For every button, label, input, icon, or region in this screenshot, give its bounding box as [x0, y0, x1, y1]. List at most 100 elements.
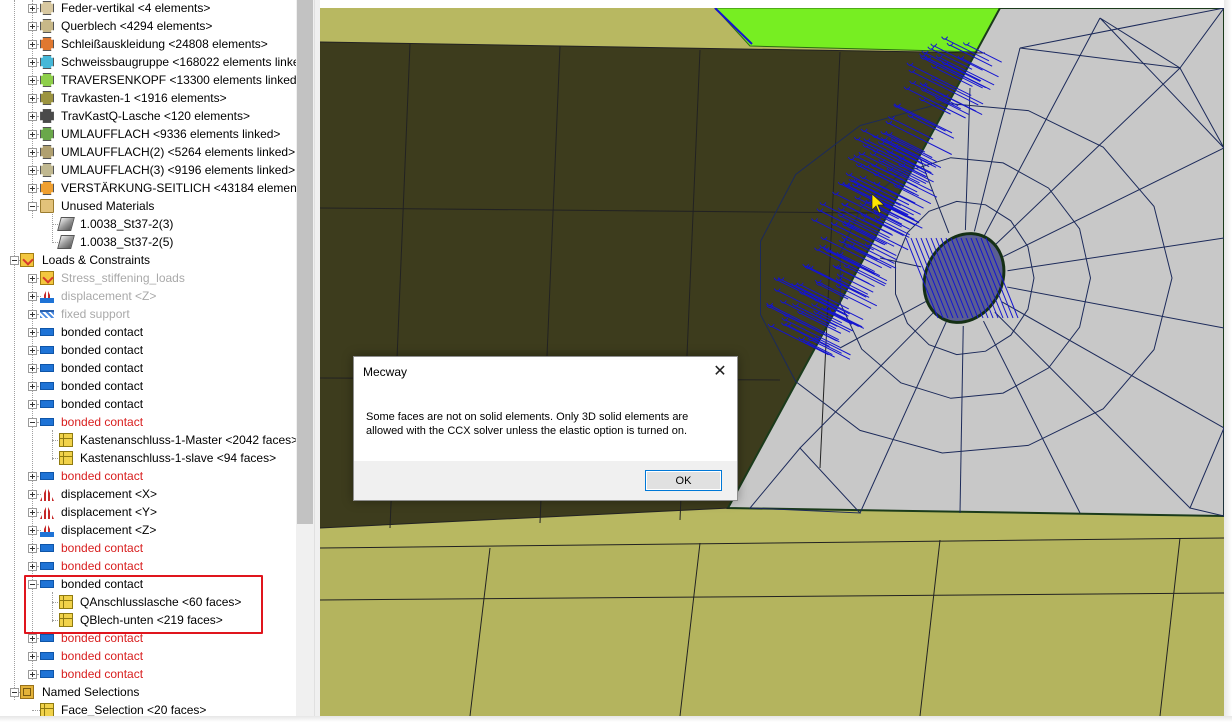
expand-icon[interactable]	[28, 364, 37, 373]
tree-item[interactable]: displacement <X>	[8, 485, 296, 503]
model-tree-panel[interactable]: Feder-vertikal <4 elements> Querblech <42…	[8, 0, 296, 716]
expand-icon[interactable]	[28, 544, 37, 553]
tree-item[interactable]: bonded contact	[8, 359, 296, 377]
expand-icon[interactable]	[28, 328, 37, 337]
tree-item[interactable]: bonded contact	[8, 539, 296, 557]
bonded-contact-icon	[40, 472, 54, 480]
tree-item[interactable]: bonded contact	[8, 467, 296, 485]
tree-item[interactable]: Loads & Constraints	[8, 251, 296, 269]
tree-vertical-scrollbar[interactable]	[296, 0, 314, 716]
tree-item-label: bonded contact	[61, 415, 144, 429]
tree-item-label: Kastenanschluss-1-Master <2042 faces>	[80, 433, 296, 447]
tree-item-label: TravKastQ-Lasche <120 elements>	[61, 109, 250, 123]
folder-icon	[40, 199, 54, 213]
expand-icon[interactable]	[28, 490, 37, 499]
tree-item[interactable]: TRAVERSENKOPF <13300 elements linked>	[8, 71, 296, 89]
expand-icon[interactable]	[28, 184, 37, 193]
bonded-contact-icon	[40, 328, 54, 336]
tree-item[interactable]: Kastenanschluss-1-Master <2042 faces>	[8, 431, 296, 449]
tree-item[interactable]: Querblech <4294 elements>	[8, 17, 296, 35]
tree-item[interactable]: 1.0038_St37-2(5)	[8, 233, 296, 251]
bonded-contact-icon	[40, 562, 54, 570]
loads-folder-icon	[20, 253, 34, 267]
expand-icon[interactable]	[28, 274, 37, 283]
expand-icon[interactable]	[28, 382, 37, 391]
tree-item[interactable]: 1.0038_St37-2(3)	[8, 215, 296, 233]
tree-item[interactable]: bonded contact	[8, 665, 296, 683]
face-selection-icon	[40, 703, 54, 716]
tree-item[interactable]: Unused Materials	[8, 197, 296, 215]
tree-item-label: Querblech <4294 elements>	[61, 19, 213, 33]
tree-item-label: bonded contact	[61, 379, 144, 393]
expand-icon[interactable]	[28, 472, 37, 481]
expand-icon[interactable]	[28, 58, 37, 67]
expand-icon[interactable]	[28, 346, 37, 355]
expand-icon[interactable]	[28, 670, 37, 679]
tree-item-label: Unused Materials	[61, 199, 155, 213]
tree-item[interactable]: bonded contact	[8, 341, 296, 359]
tree-item[interactable]: bonded contact	[8, 323, 296, 341]
expand-icon[interactable]	[28, 526, 37, 535]
dialog-titlebar[interactable]: Mecway ✕	[354, 357, 737, 387]
expand-icon[interactable]	[28, 76, 37, 85]
tree-item[interactable]: bonded contact	[8, 377, 296, 395]
message-dialog: Mecway ✕ Some faces are not on solid ele…	[353, 356, 738, 501]
tree-item[interactable]: Schleißauskleidung <24808 elements>	[8, 35, 296, 53]
expand-icon[interactable]	[28, 130, 37, 139]
expand-icon[interactable]	[28, 4, 37, 13]
close-icon[interactable]: ✕	[708, 360, 732, 384]
collapse-icon[interactable]	[10, 688, 19, 697]
expand-icon[interactable]	[28, 634, 37, 643]
tree-item[interactable]: TravKastQ-Lasche <120 elements>	[8, 107, 296, 125]
tree-item[interactable]: bonded contact	[8, 413, 296, 431]
fixed-support-icon	[40, 310, 54, 318]
tree-item[interactable]: fixed support	[8, 305, 296, 323]
expand-icon[interactable]	[28, 508, 37, 517]
tree-item[interactable]: bonded contact	[8, 647, 296, 665]
tree-item[interactable]: bonded contact	[8, 395, 296, 413]
collapse-icon[interactable]	[10, 256, 19, 265]
tree-item-label: Stress_stiffening_loads	[61, 271, 185, 285]
bonded-contact-icon	[40, 400, 54, 408]
face-selection-icon	[59, 451, 73, 465]
expand-icon[interactable]	[28, 310, 37, 319]
expand-icon[interactable]	[28, 22, 37, 31]
tree-item[interactable]: Feder-vertikal <4 elements>	[8, 0, 296, 17]
tree-item[interactable]: Travkasten-1 <1916 elements>	[8, 89, 296, 107]
displacement-icon	[40, 505, 54, 519]
tree-item[interactable]: Named Selections	[8, 683, 296, 701]
tree-item[interactable]: UMLAUFFLACH(2) <5264 elements linked>	[8, 143, 296, 161]
collapse-icon[interactable]	[28, 202, 37, 211]
tree-item[interactable]: UMLAUFFLACH(3) <9196 elements linked>	[8, 161, 296, 179]
expand-icon[interactable]	[28, 562, 37, 571]
expand-icon[interactable]	[28, 40, 37, 49]
ok-button[interactable]: OK	[645, 470, 722, 491]
window-edge-shadow	[1224, 0, 1232, 722]
tree-item[interactable]: displacement <Y>	[8, 503, 296, 521]
expand-icon[interactable]	[28, 400, 37, 409]
bonded-contact-icon	[40, 634, 54, 642]
tree-item[interactable]: Stress_stiffening_loads	[8, 269, 296, 287]
tree-item[interactable]: UMLAUFFLACH <9336 elements linked>	[8, 125, 296, 143]
bonded-contact-icon	[40, 346, 54, 354]
tree-item-label: Named Selections	[42, 685, 140, 699]
scrollbar-thumb[interactable]	[297, 0, 313, 524]
tree-item[interactable]: displacement <Z>	[8, 521, 296, 539]
tree-item[interactable]: Schweissbaugruppe <168022 elements linke…	[8, 53, 296, 71]
collapse-icon[interactable]	[28, 418, 37, 427]
part-icon	[40, 1, 54, 15]
expand-icon[interactable]	[28, 112, 37, 121]
tree-item[interactable]: bonded contact	[8, 557, 296, 575]
tree-item[interactable]: displacement <Z>	[8, 287, 296, 305]
tree-item-label: 1.0038_St37-2(5)	[80, 235, 174, 249]
expand-icon[interactable]	[28, 94, 37, 103]
tree-item[interactable]: Kastenanschluss-1-slave <94 faces>	[8, 449, 296, 467]
tree-item[interactable]: VERSTÄRKUNG-SEITLICH <43184 elements lin…	[8, 179, 296, 197]
expand-icon[interactable]	[28, 652, 37, 661]
tree-item[interactable]: Face_Selection <20 faces>	[8, 701, 296, 716]
expand-icon[interactable]	[28, 292, 37, 301]
part-icon	[40, 91, 54, 105]
expand-icon[interactable]	[28, 166, 37, 175]
tree-item-label: UMLAUFFLACH(2) <5264 elements linked>	[61, 145, 296, 159]
expand-icon[interactable]	[28, 148, 37, 157]
